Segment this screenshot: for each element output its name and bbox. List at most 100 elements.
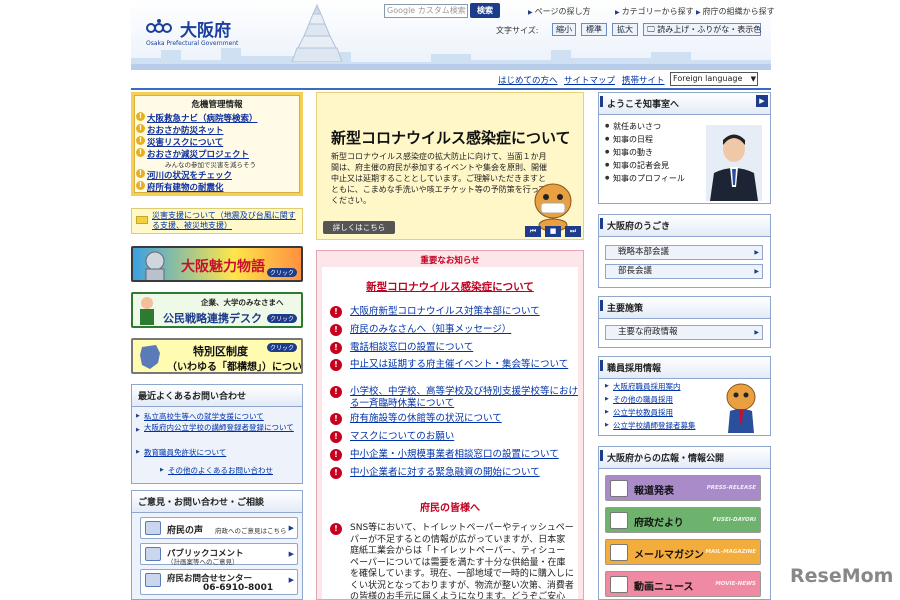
- alert-icon: !: [330, 523, 342, 535]
- disaster-support-link[interactable]: 災害支援について（地震及び台風に関する支援、被災地支援）: [131, 208, 303, 234]
- recruit-link[interactable]: 大阪府職員採用案内: [605, 381, 680, 392]
- mascot-statue-icon: [145, 251, 165, 280]
- governor-link[interactable]: 知事のプロフィール: [605, 173, 685, 184]
- foreign-language-select[interactable]: Foreign language ▼: [670, 72, 758, 86]
- nav-link-sitemap[interactable]: サイトマップ: [564, 74, 615, 86]
- detail-button[interactable]: 詳しくはこちら: [323, 221, 395, 234]
- governor-link[interactable]: 就任あいさつ: [605, 121, 661, 132]
- slideshow-prev-button[interactable]: ⏮: [525, 226, 541, 237]
- fusei-dayori-button[interactable]: 府政だより FUSEI-DAYORI: [605, 507, 761, 533]
- recruit-link[interactable]: 公立学校講師登録者募集: [605, 420, 695, 431]
- crisis-item[interactable]: ! 河川の状況をチェック: [136, 169, 233, 181]
- press-release-label: 報道発表: [634, 486, 674, 497]
- person-icon: [145, 521, 161, 535]
- key-policy-button[interactable]: 主要な府政情報: [605, 325, 763, 340]
- governor-link[interactable]: 知事の動き: [605, 147, 653, 158]
- crisis-item-label: 府所有建物の耐震化: [147, 183, 224, 193]
- featured-covid-panel[interactable]: 新型コロナウイルス感染症について 新型コロナウイルス感染症の拡大防止に向けて、当…: [316, 92, 584, 240]
- public-comment-button[interactable]: パブリックコメント （計画案等へのご意見） ▶: [140, 543, 298, 566]
- disaster-support-icon: [136, 216, 148, 224]
- notice-item-label: 中小企業者に対する緊急融資の開始について: [350, 467, 540, 478]
- search-button[interactable]: 検索: [470, 3, 500, 18]
- crisis-item[interactable]: ! 大阪救急ナビ（病院等検索）: [136, 112, 258, 124]
- crisis-inner: 危機管理情報 ! 大阪救急ナビ（病院等検索） ! おおさか防災ネット ! 災害リスクに…: [134, 95, 300, 193]
- notice-item[interactable]: ! 中小企業者に対する緊急融資の開始について: [330, 467, 578, 479]
- osaka-logo[interactable]: 大阪府 Osaka Prefectural Government: [146, 14, 242, 50]
- strategy-meeting-button[interactable]: 戦略本部会議: [605, 245, 763, 260]
- koumin-desk-label: 公民戦略連携デスク: [163, 312, 262, 325]
- notice-item[interactable]: ! 府民のみなさんへ（知事メッセージ）: [330, 324, 578, 336]
- notice-item-label: マスクについてのお願い: [350, 431, 455, 442]
- toplink-page-search[interactable]: ページの探し方: [528, 6, 591, 17]
- governor-link[interactable]: 知事の日程: [605, 134, 653, 145]
- chevron-right-icon: ▶: [288, 524, 294, 532]
- notice-item[interactable]: ! 中止又は延期する府主催イベント・集会等について: [330, 359, 578, 371]
- toplink-organization[interactable]: 府庁の組織から探す: [696, 6, 775, 17]
- movement-title: 大阪府のうごき: [599, 215, 770, 237]
- person-icon: [140, 297, 154, 325]
- chevron-right-icon[interactable]: ▶: [756, 95, 768, 107]
- notice-item[interactable]: ! マスクについてのお願い: [330, 431, 578, 443]
- governor-title[interactable]: ようこそ知事室へ: [599, 93, 770, 115]
- recruit-link[interactable]: 公立学校教員採用: [605, 407, 673, 418]
- font-size-shrink-button[interactable]: 縮小: [552, 23, 576, 36]
- nav-link-first-visit[interactable]: はじめての方へ: [498, 74, 558, 86]
- crisis-item[interactable]: ! 災害リスクについて: [136, 136, 223, 148]
- crisis-item[interactable]: ! 府所有建物の耐震化: [136, 181, 224, 193]
- osaka-castle-illustration: [291, 3, 343, 62]
- press-release-sub: PRESS-RELEASE: [706, 485, 756, 491]
- alert-icon: !: [330, 359, 342, 371]
- faq-title: 最近よくあるお問い合わせ: [132, 385, 302, 407]
- alert-icon: !: [330, 342, 342, 354]
- miryoku-banner[interactable]: 大阪魅力物語 クリック: [131, 246, 303, 282]
- notice-item-label: 電話相談窓口の設置について: [350, 342, 474, 353]
- mail-magazine-button[interactable]: メールマガジン MAIL-MAGAZINE: [605, 539, 761, 565]
- nav-link-mobile[interactable]: 携帯サイト: [622, 74, 665, 86]
- citizens-body-text: SNS等において、トイレットペーパーやティッシュペーパーが不足するとの情報が広が…: [350, 523, 574, 600]
- inquiry-center-button[interactable]: 府民お問合せセンター 06-6910-8001 ▶: [140, 569, 298, 595]
- notice-item-label: 小学校、中学校、高等学校及び特別支援学校等における一斉臨時休業について: [350, 386, 579, 409]
- faq-item[interactable]: 大阪府内公立学校の講師登録者登録について: [136, 423, 294, 435]
- notice-item[interactable]: ! 電話相談窓口の設置について: [330, 342, 578, 354]
- read-aloud-button[interactable]: 🖵 読み上げ・ふりがな・表示色: [643, 23, 761, 36]
- crisis-item-label: 河川の状況をチェック: [147, 171, 233, 181]
- read-aloud-label: 読み上げ・ふりがな・表示色: [657, 25, 762, 34]
- notice-item[interactable]: ! 府有施設等の休館等の状況について: [330, 413, 578, 425]
- tokubetsuku-banner[interactable]: 特別区制度 （いわゆる「都構想」）について クリック: [131, 338, 303, 374]
- press-release-button[interactable]: 報道発表 PRESS-RELEASE: [605, 475, 761, 501]
- movie-news-button[interactable]: 動画ニュース MOVIE-NEWS: [605, 571, 761, 597]
- logo-english-text: Osaka Prefectural Government: [146, 40, 239, 47]
- contact-title: ご意見・お問い合わせ・ご相談: [132, 491, 302, 513]
- fusei-dayori-sub: FUSEI-DAYORI: [712, 517, 756, 523]
- crisis-management-box: 危機管理情報 ! 大阪救急ナビ（病院等検索） ! おおさか防災ネット ! 災害リスクに…: [131, 92, 303, 196]
- director-meeting-button[interactable]: 部長会議: [605, 264, 763, 279]
- citizen-voice-label: 府民の声: [167, 526, 204, 536]
- notice-item[interactable]: ! 中小企業・小規模事業者相談窓口の設置について: [330, 449, 578, 461]
- notice-inner: 新型コロナウイルス感染症について ! 大阪府新型コロナウイルス対策本部について !…: [322, 267, 579, 600]
- logo-mark-icon: [146, 19, 172, 33]
- governor-link[interactable]: 知事の記者会見: [605, 160, 669, 171]
- governor-photo: [706, 125, 762, 201]
- citizen-voice-button[interactable]: 府民の声 府政へのご意見はこちら ▶: [140, 517, 298, 539]
- faq-box: 最近よくあるお問い合わせ 私立高校生等への就学支援について 大阪府内公立学校の講…: [131, 384, 303, 484]
- important-notice-box: 重要なお知らせ 新型コロナウイルス感染症について ! 大阪府新型コロナウイルス対策…: [316, 250, 584, 600]
- faq-item[interactable]: 教育職員免許状について: [136, 447, 226, 458]
- slideshow-next-button[interactable]: ⏭: [565, 226, 581, 237]
- notice-title[interactable]: 新型コロナウイルス感染症について: [322, 279, 578, 294]
- search-input[interactable]: Google カスタム検索: [384, 4, 468, 18]
- slideshow-stop-button[interactable]: ■: [545, 226, 561, 237]
- phone-icon: [145, 573, 161, 587]
- faq-item[interactable]: 私立高校生等への就学支援について: [136, 411, 264, 422]
- koumin-desk-banner[interactable]: 企業、大学のみなさまへ 公民戦略連携デスク クリック: [131, 292, 303, 328]
- toplink-category[interactable]: カテゴリーから探す: [615, 6, 694, 17]
- recruit-link[interactable]: その他の職員採用: [605, 394, 673, 405]
- movie-news-sub: MOVIE-NEWS: [715, 581, 756, 587]
- alert-icon: !: [330, 306, 342, 318]
- font-size-enlarge-button[interactable]: 拡大: [612, 23, 638, 36]
- font-size-standard-button[interactable]: 標準: [581, 23, 607, 36]
- faq-more-link[interactable]: その他のよくあるお問い合わせ: [160, 465, 273, 476]
- notice-item[interactable]: ! 大阪府新型コロナウイルス対策本部について: [330, 306, 578, 318]
- notice-header: 重要なお知らせ: [420, 256, 480, 266]
- notice-item[interactable]: ! 小学校、中学校、高等学校及び特別支援学校等における一斉臨時休業について: [330, 386, 579, 410]
- crisis-item[interactable]: ! おおさか防災ネット: [136, 124, 224, 136]
